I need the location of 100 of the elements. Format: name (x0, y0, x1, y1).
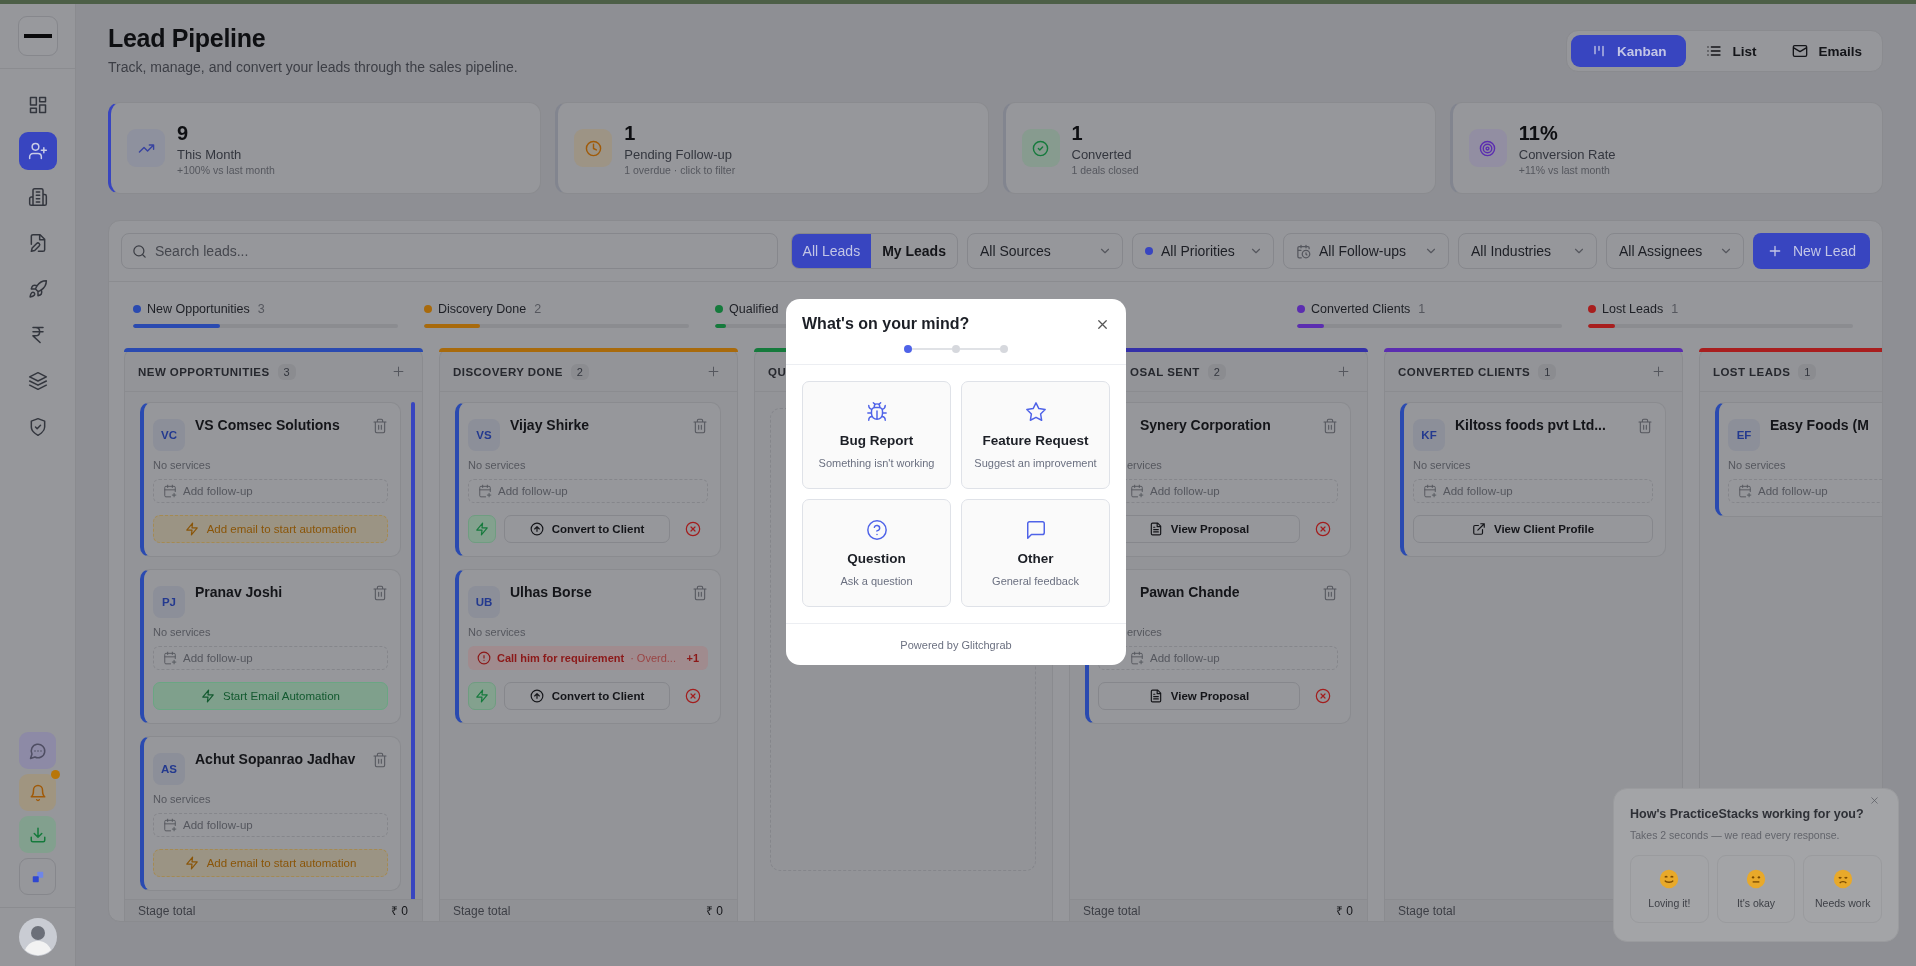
plus-icon[interactable] (706, 364, 721, 379)
scope-tab[interactable]: All Leads (791, 234, 872, 268)
lead-card[interactable]: VC VS Comsec Solutions No services Add follow-up Add email to start automation (140, 402, 401, 557)
trash-icon[interactable] (1322, 418, 1338, 434)
convert-button[interactable]: Convert to Client (504, 515, 670, 543)
convert-button[interactable]: Convert to Client (504, 682, 670, 710)
stat-label: Conversion Rate (1518, 146, 1616, 162)
stage-label[interactable]: Discovery Done (438, 302, 527, 316)
priority-dot (1144, 247, 1153, 255)
mail-icon (1792, 43, 1809, 59)
lead-card[interactable]: PJ Pranav Joshi No services Add follow-up Start Email Automation (140, 569, 401, 724)
logo[interactable] (17, 16, 58, 56)
services-text: ervices (1127, 459, 1163, 471)
lead-card[interactable]: Pawan Chande ervices Add follow-up View Proposal (1085, 569, 1351, 724)
filter-dropdown[interactable]: All Sources (966, 233, 1123, 269)
document-icon (1148, 522, 1163, 536)
scope-tab[interactable]: My Leads (871, 234, 957, 268)
option-description: General feedback (992, 575, 1079, 587)
automation-button[interactable] (468, 682, 496, 710)
filter-dropdown[interactable]: All Industries (1457, 233, 1597, 269)
feedback-option[interactable]: Other General feedback (961, 499, 1110, 607)
trash-icon[interactable] (372, 585, 388, 601)
feedback-option[interactable]: Question Ask a question (802, 499, 951, 607)
search-icon (132, 244, 147, 259)
overdue-follow-up[interactable]: Call him for requirement · Overd... +1 (468, 646, 708, 670)
lead-card[interactable]: UB Ulhas Borse No services Call him for requirement · Overd... +1 Convert to Client (455, 569, 721, 724)
feedback-option[interactable]: Bug Report Something isn't working (802, 381, 951, 489)
option-title: Other (1017, 551, 1054, 566)
trash-icon[interactable] (372, 752, 388, 768)
stage-label[interactable]: Qualified (729, 302, 779, 316)
apps-button[interactable] (19, 858, 56, 895)
filter-dropdown[interactable]: All Priorities (1131, 233, 1274, 269)
view-tab[interactable]: Emails (1776, 35, 1878, 67)
search-field[interactable]: Search leads... (121, 233, 778, 269)
stat-note: +11% vs last month (1518, 163, 1611, 176)
rating-button[interactable]: Needs work (1803, 855, 1882, 923)
services-text: No services (153, 626, 212, 638)
view-tab[interactable]: Kanban (1570, 35, 1687, 67)
stat-note: 1 deals closed (1071, 163, 1139, 176)
download-button[interactable] (19, 816, 56, 853)
chat-icon (28, 741, 47, 760)
chat-button[interactable] (19, 732, 56, 769)
trash-icon[interactable] (692, 418, 708, 434)
bug-icon (865, 401, 888, 423)
external-link-icon (1471, 522, 1486, 536)
user-avatar[interactable] (18, 918, 57, 956)
lead-card[interactable]: KF Kiltoss foods pvt Ltd... No services Add follow-up View Client Profile (1400, 402, 1666, 557)
column-title: LOST LEADS (1713, 365, 1791, 378)
alert-icon (477, 651, 491, 665)
feedback-title: How's PracticeStacks working for you? (1630, 807, 1865, 821)
scrollbar[interactable] (411, 402, 415, 899)
lead-name: Ulhas Borse (510, 583, 593, 601)
stat-card[interactable]: 11% Conversion Rate +11% vs last month (1449, 102, 1883, 194)
lead-name: Achut Sopanrao Jadhav (195, 750, 357, 768)
feedback-option[interactable]: Feature Request Suggest an improvement (961, 381, 1110, 489)
view-profile-button[interactable]: View Client Profile (1413, 515, 1653, 543)
lightning-icon (475, 689, 489, 703)
stat-card[interactable]: 1 Converted 1 deals closed (1002, 102, 1436, 194)
trash-icon[interactable] (372, 418, 388, 434)
trash-icon[interactable] (1637, 418, 1653, 434)
powered-by-text: Powered by Glitchgrab (786, 623, 1126, 665)
view-tab[interactable]: List (1690, 35, 1773, 67)
services-text: No services (153, 459, 212, 471)
stat-label: This Month (177, 146, 243, 162)
stage-total-amount: ₹ 0 (391, 903, 408, 919)
follow-up-status: · Overd... (630, 652, 677, 664)
stat-card[interactable]: 1 Pending Follow-up 1 overdue · click to filter (555, 102, 989, 194)
plus-icon[interactable] (391, 364, 406, 379)
plus-icon[interactable] (1651, 364, 1666, 379)
dashboard-icon (27, 95, 48, 115)
filter-dropdown[interactable]: All Follow-ups (1282, 233, 1449, 269)
building-icon (27, 187, 48, 207)
stat-value: 1 (624, 120, 637, 145)
sidebar-button[interactable] (18, 132, 57, 170)
lead-count: 1 (1538, 363, 1557, 380)
start-automation-button[interactable]: Start Email Automation (153, 682, 388, 710)
lead-card[interactable]: VS Vijay Shirke No services Add follow-up Convert to Client (455, 402, 721, 557)
lead-name: Kiltoss foods pvt Ltd... (1455, 416, 1607, 434)
lead-card[interactable]: AS Achut Sopanrao Jadhav No services Add follow-up Add email to start automation (140, 736, 401, 891)
stage-count: 3 (257, 302, 265, 316)
view-proposal-button[interactable]: View Proposal (1098, 682, 1300, 710)
stage-label[interactable]: Lost Leads (1602, 302, 1664, 316)
stage-total-amount: ₹ 0 (1336, 903, 1353, 919)
star-icon (1024, 401, 1047, 423)
new-lead-button[interactable]: New Lead (1752, 233, 1870, 269)
filter-dropdown[interactable]: All Assignees (1605, 233, 1744, 269)
stage-label[interactable]: New Opportunities (147, 302, 250, 316)
rating-button[interactable]: It's okay (1716, 855, 1796, 923)
lead-card[interactable]: EF Easy Foods (M No services Add follow-up (1715, 402, 1882, 517)
trash-icon[interactable] (692, 585, 708, 601)
page-subtitle: Track, manage, and convert your leads through the sales pipeline. (108, 58, 518, 76)
lightning-icon (201, 689, 215, 703)
plus-icon[interactable] (1336, 364, 1351, 379)
trash-icon[interactable] (1322, 585, 1338, 601)
calendar-clock-icon (1295, 243, 1311, 259)
stat-card[interactable]: 9 This Month +100% vs last month (108, 102, 542, 194)
lead-name: Synery Corporation (1140, 416, 1272, 434)
stage-label[interactable]: Converted Clients (1311, 302, 1411, 316)
automation-button[interactable] (468, 515, 496, 543)
rating-button[interactable]: Loving it! (1630, 855, 1709, 923)
